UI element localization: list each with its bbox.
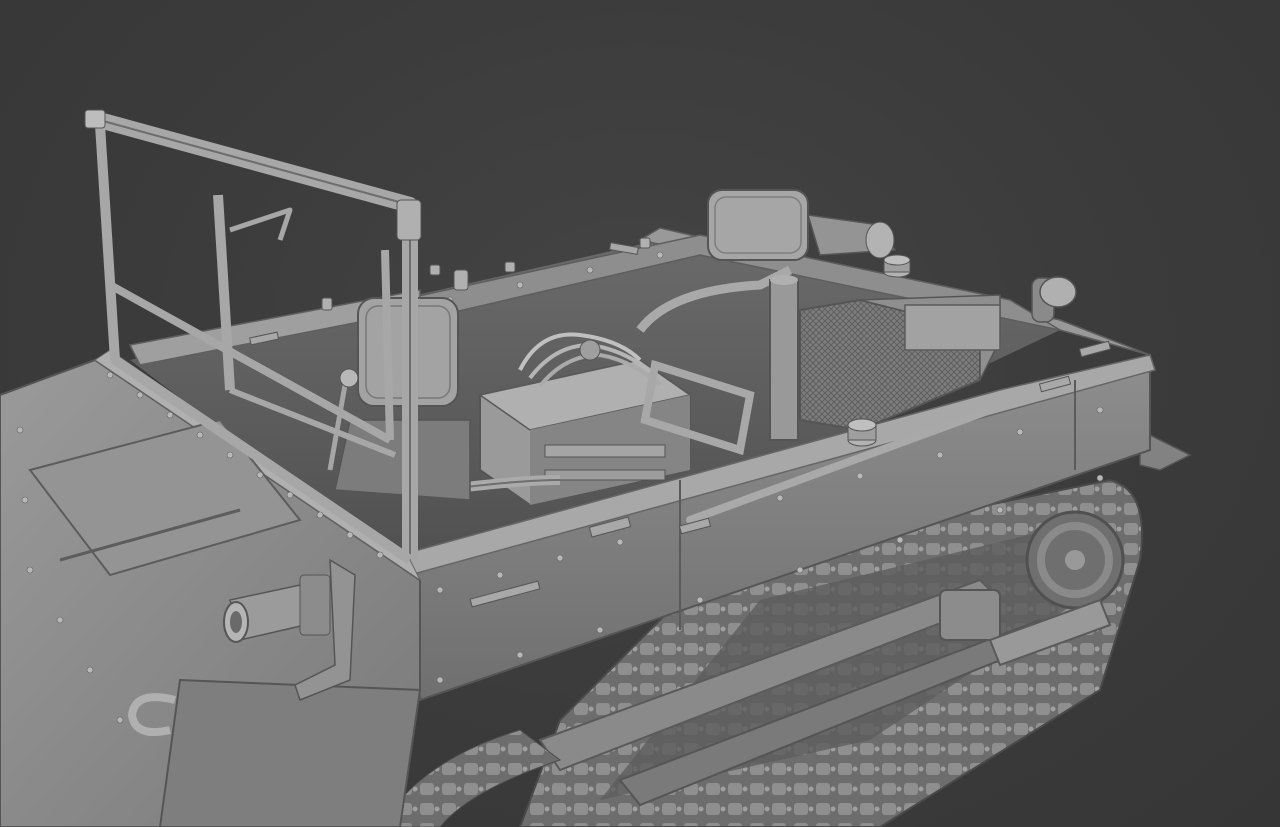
filter-column bbox=[769, 279, 799, 441]
rear-filler-cap bbox=[883, 254, 911, 278]
tail-light bbox=[1031, 276, 1077, 323]
fuel-cap bbox=[847, 418, 877, 447]
vehicle-render bbox=[0, 109, 1192, 827]
rear-seat bbox=[707, 189, 897, 261]
3d-viewport[interactable] bbox=[0, 0, 1280, 827]
